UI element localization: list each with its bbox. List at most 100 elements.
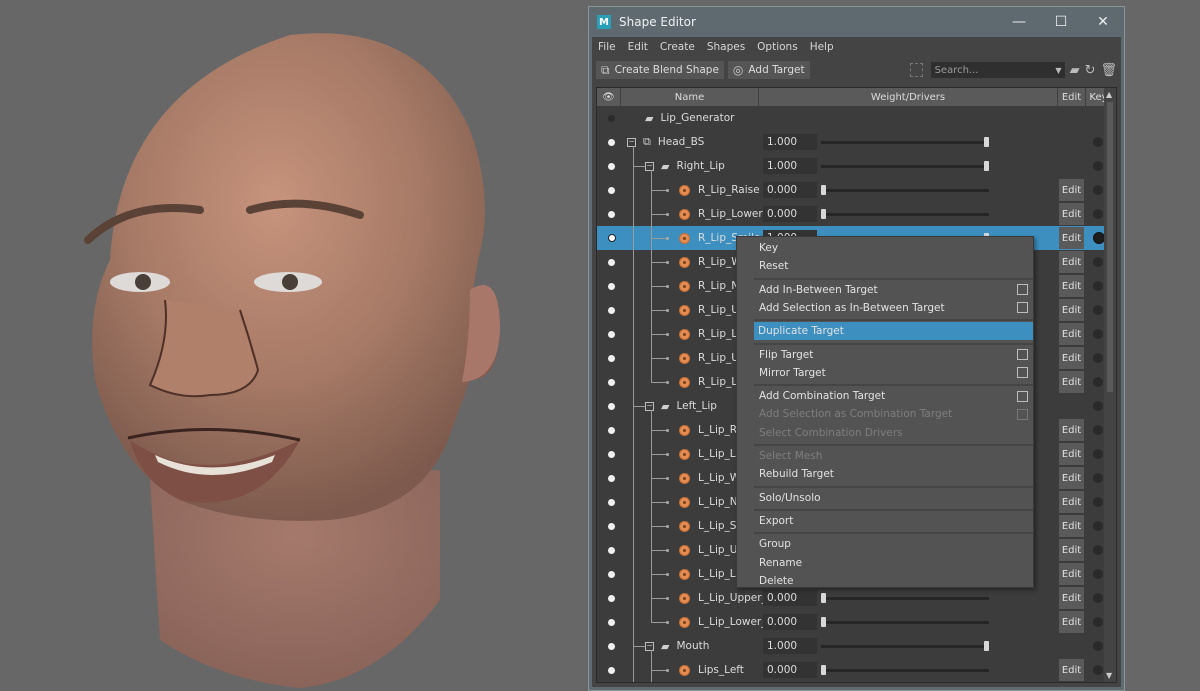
row-name[interactable]: ▰ Lip_Generator <box>645 112 734 125</box>
key-indicator[interactable] <box>1093 281 1103 291</box>
key-indicator[interactable] <box>1093 473 1103 483</box>
table-row[interactable]: Lips_Left 0.000 Edit <box>597 658 1116 682</box>
visibility-toggle[interactable] <box>608 474 615 482</box>
visibility-toggle[interactable] <box>608 306 615 314</box>
menu-item-add-combination-target[interactable]: Add Combination Target <box>755 387 1033 405</box>
key-indicator[interactable] <box>1093 401 1103 411</box>
menu-create[interactable]: Create <box>660 41 695 53</box>
menu-item-add-selection-as-in-between-target[interactable]: Add Selection as In-Between Target <box>755 299 1033 317</box>
weight-slider[interactable] <box>821 592 989 603</box>
weight-field[interactable]: 1.000 <box>763 158 817 174</box>
edit-button[interactable]: Edit <box>1059 515 1084 537</box>
weight-slider[interactable] <box>821 136 989 147</box>
collapse-toggle-icon[interactable]: − <box>627 137 636 147</box>
weight-field[interactable]: 1.000 <box>763 134 817 150</box>
weight-field[interactable]: 0.000 <box>763 182 817 198</box>
key-indicator[interactable] <box>1093 569 1103 579</box>
edit-button[interactable]: Edit <box>1059 299 1084 321</box>
edit-button[interactable]: Edit <box>1059 611 1084 633</box>
row-name[interactable]: L_Lip_Up <box>679 544 744 556</box>
weight-field[interactable]: 0.000 <box>763 206 817 222</box>
weight-field[interactable]: 0.000 <box>763 590 817 606</box>
row-name[interactable]: L_Lip_Lo <box>679 568 742 580</box>
weight-field[interactable]: 1.000 <box>763 638 817 654</box>
visibility-toggle[interactable] <box>608 450 615 458</box>
row-name[interactable]: R_Lip_Lo <box>679 376 743 388</box>
scroll-down-arrow-icon[interactable]: ▼ <box>1106 671 1112 680</box>
menu-item-add-in-between-target[interactable]: Add In-Between Target <box>755 281 1033 299</box>
weight-slider[interactable] <box>821 640 989 651</box>
row-name[interactable]: L_Lip_Lo <box>679 448 742 460</box>
weight-field[interactable]: 0.000 <box>763 662 817 678</box>
table-row[interactable]: − ⧉ Head_BS 1.000 <box>597 130 1116 170</box>
key-indicator[interactable] <box>1093 449 1103 459</box>
key-indicator[interactable] <box>1093 617 1103 627</box>
visibility-toggle[interactable] <box>608 642 615 650</box>
table-row[interactable]: L_Lip_Lower_ 0.000 Edit <box>597 610 1116 634</box>
slider-handle[interactable] <box>984 160 989 171</box>
menu-file[interactable]: File <box>598 41 616 53</box>
trash-icon[interactable]: 🗑 <box>1100 63 1117 78</box>
edit-button[interactable]: Edit <box>1059 443 1084 465</box>
visibility-toggle[interactable] <box>608 282 615 290</box>
vertical-scrollbar[interactable]: ▲ ▼ <box>1104 88 1116 682</box>
key-indicator[interactable] <box>1093 185 1103 195</box>
key-indicator[interactable] <box>1093 329 1103 339</box>
key-indicator[interactable] <box>1093 521 1103 531</box>
weight-slider[interactable] <box>821 664 989 675</box>
option-box-icon[interactable] <box>1017 390 1028 402</box>
edit-button[interactable]: Edit <box>1059 467 1084 489</box>
visibility-toggle[interactable] <box>608 138 615 146</box>
table-row[interactable]: ▰ Lip_Generator <box>597 106 1116 130</box>
create-blend-shape-button[interactable]: ⧉ Create Blend Shape <box>596 61 724 79</box>
scrollbar-thumb[interactable] <box>1107 102 1113 392</box>
visibility-toggle[interactable] <box>608 570 615 578</box>
table-row[interactable]: − ▰ Right_Lip 1.000 <box>597 154 1116 178</box>
menu-item-delete[interactable]: Delete <box>755 572 1033 590</box>
key-indicator[interactable] <box>1093 137 1103 147</box>
visibility-toggle[interactable] <box>608 210 615 218</box>
menu-item-duplicate-target[interactable]: Duplicate Target <box>754 322 1033 341</box>
menu-help[interactable]: Help <box>810 41 834 53</box>
visibility-toggle[interactable] <box>608 666 615 674</box>
edit-button[interactable]: Edit <box>1059 323 1084 345</box>
row-name[interactable]: L_Lip_W <box>679 472 740 484</box>
weight-drivers-header[interactable]: Weight/Drivers <box>759 88 1058 106</box>
row-name[interactable]: L_Lip_Upper_ <box>679 592 767 604</box>
edit-button[interactable]: Edit <box>1059 491 1084 513</box>
table-row[interactable]: − ▰ Mouth 1.000 <box>597 634 1116 658</box>
row-name[interactable]: R_Lip_U <box>679 304 739 316</box>
key-indicator[interactable] <box>1093 425 1103 435</box>
weight-slider[interactable] <box>821 160 989 171</box>
row-name[interactable]: R_Lip_Lo <box>679 328 743 340</box>
row-name[interactable]: − ▰ Right_Lip <box>645 160 725 173</box>
menu-edit[interactable]: Edit <box>628 41 648 53</box>
edit-button[interactable]: Edit <box>1059 659 1084 681</box>
visibility-toggle[interactable] <box>608 402 615 410</box>
edit-button[interactable]: Edit <box>1059 203 1084 225</box>
menu-item-group[interactable]: Group <box>755 535 1033 553</box>
key-indicator[interactable] <box>1093 257 1103 267</box>
edit-button[interactable]: Edit <box>1059 275 1084 297</box>
edit-button[interactable]: Edit <box>1059 539 1084 561</box>
name-header[interactable]: Name <box>621 88 759 106</box>
visibility-toggle[interactable] <box>608 546 615 554</box>
row-name[interactable]: L_Lip_Na <box>679 496 744 508</box>
new-group-icon[interactable]: ▰ <box>1070 63 1080 78</box>
key-indicator[interactable] <box>1093 353 1103 363</box>
edit-button[interactable]: Edit <box>1059 179 1084 201</box>
menu-shapes[interactable]: Shapes <box>707 41 745 53</box>
visibility-toggle[interactable] <box>608 618 615 626</box>
visibility-toggle[interactable] <box>608 258 615 266</box>
row-name[interactable]: Lips_Left <box>679 664 744 676</box>
title-bar[interactable]: M Shape Editor — ☐ ✕ <box>589 7 1124 37</box>
3d-viewport[interactable] <box>0 0 588 691</box>
edit-button[interactable]: Edit <box>1059 587 1084 609</box>
row-name[interactable]: R_Lip_N <box>679 280 739 292</box>
close-button[interactable]: ✕ <box>1082 14 1124 30</box>
key-indicator[interactable] <box>1093 497 1103 507</box>
menu-item-reset[interactable]: Reset <box>755 257 1033 275</box>
menu-item-rename[interactable]: Rename <box>755 554 1033 572</box>
collapse-toggle-icon[interactable]: − <box>645 641 654 651</box>
visibility-toggle[interactable] <box>608 378 615 386</box>
